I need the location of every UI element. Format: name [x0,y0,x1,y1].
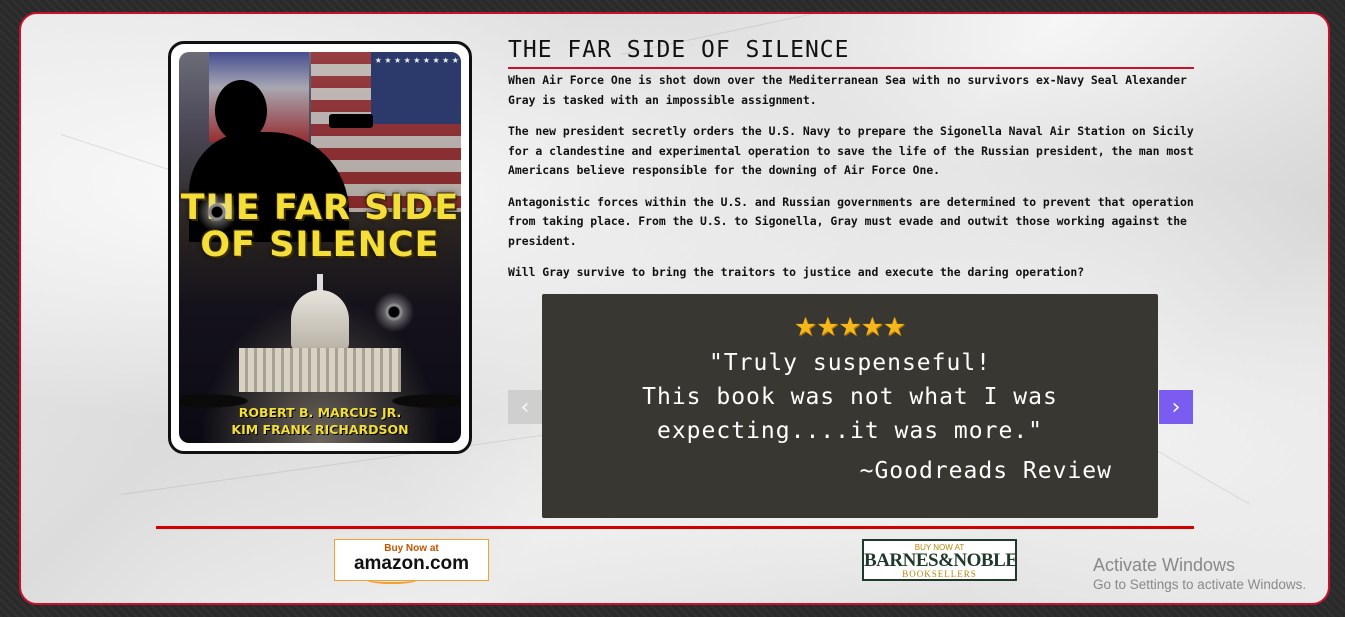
cover-author-1: ROBERT B. MARCUS JR. [238,405,402,420]
book-description: When Air Force One is shot down over the… [508,71,1198,295]
review-quote: "Truly suspenseful! This book was not wh… [642,350,1058,444]
chevron-right-icon: › [1171,394,1181,420]
description-paragraph: When Air Force One is shot down over the… [508,73,1187,107]
activate-windows-watermark: Activate Windows Go to Settings to activ… [1093,555,1306,595]
capitol-graphic [291,290,349,350]
review-slide: ★★★★★ "Truly suspenseful! This book was … [542,294,1158,518]
amazon-logo-text: amazon.com [353,553,470,574]
chevron-left-icon: ‹ [520,394,530,420]
gun-graphic [329,114,373,128]
bottom-divider [156,526,1194,529]
book-cover-image: ★★★★★★★★★★★★★★★★★★★★★★★★★★★★★★★★★★★★★★★★… [179,52,461,443]
description-paragraph: Will Gray survive to bring the traitors … [508,265,1085,279]
bullet-hole-graphic [197,192,237,232]
flag-canton: ★★★★★★★★★★★★★★★★★★★★★★★★★★★★★★★★★★★★★★★★… [371,52,461,124]
book-title: THE FAR SIDE OF SILENCE [508,37,850,63]
buy-barnes-noble-button[interactable]: BUY NOW AT BARNES&NOBLE BOOKSELLERS [862,539,1018,581]
book-cover-frame: ★★★★★★★★★★★★★★★★★★★★★★★★★★★★★★★★★★★★★★★★… [168,41,472,454]
buy-amazon-button[interactable]: Buy Now at amazon.com [334,539,489,584]
cover-authors: ROBERT B. MARCUS JR. KIM FRANK RICHARDSO… [179,404,461,438]
carousel-next-button[interactable]: › [1159,390,1193,424]
star-rating: ★★★★★ [794,302,906,345]
carousel-prev-button[interactable]: ‹ [508,390,542,424]
book-panel: ★★★★★★★★★★★★★★★★★★★★★★★★★★★★★★★★★★★★★★★★… [19,12,1330,605]
bn-logo-text: BARNES&NOBLE [864,550,1018,571]
review-source: ~Goodreads Review [859,458,1112,484]
watermark-line-1: Activate Windows [1093,555,1236,575]
amazon-smile-icon [367,576,417,584]
cover-author-2: KIM FRANK RICHARDSON [231,422,409,437]
title-divider [508,67,1194,69]
watermark-line-2: Go to Settings to activate Windows. [1093,577,1307,592]
description-paragraph: Antagonistic forces within the U.S. and … [508,194,1194,248]
description-paragraph: The new president secretly orders the U.… [508,124,1194,177]
